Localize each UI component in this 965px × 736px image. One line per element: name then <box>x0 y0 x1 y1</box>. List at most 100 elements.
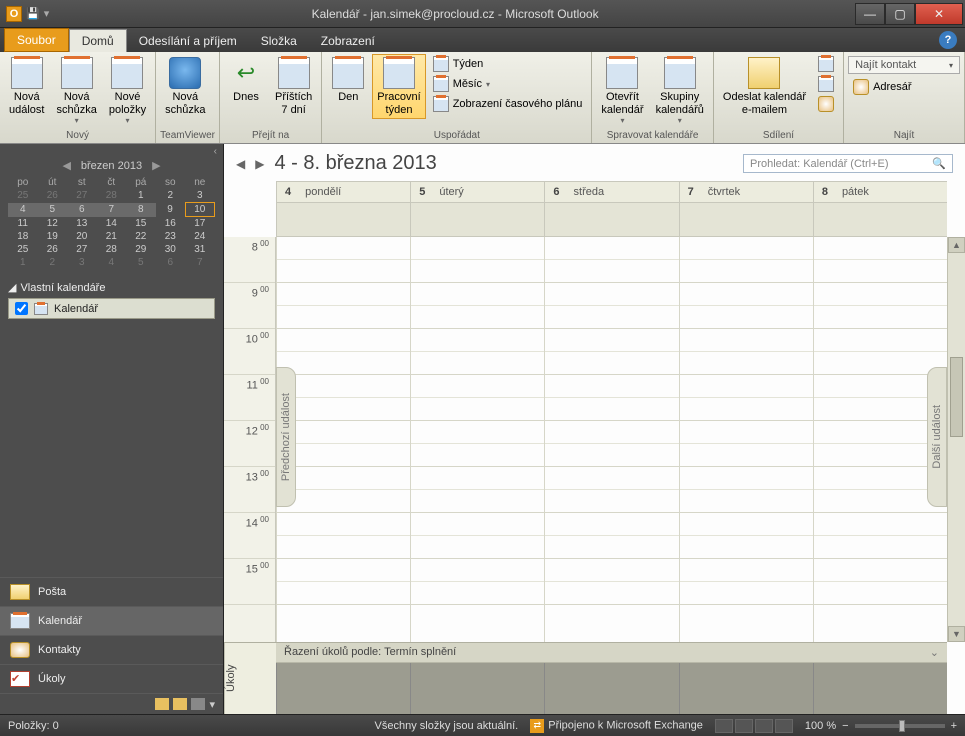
time-cell[interactable] <box>545 260 678 283</box>
calendar-checkbox[interactable] <box>15 302 28 315</box>
time-cell[interactable] <box>680 513 813 536</box>
time-cell[interactable] <box>411 283 544 306</box>
mini-calendar-day[interactable]: 28 <box>97 189 127 203</box>
mini-calendar-day[interactable]: 25 <box>8 189 38 203</box>
time-cell[interactable] <box>545 467 678 490</box>
time-cell[interactable] <box>411 260 544 283</box>
mini-calendar-day[interactable]: 15 <box>126 217 156 231</box>
time-cell[interactable] <box>545 444 678 467</box>
time-cell[interactable] <box>545 536 678 559</box>
time-cell[interactable] <box>680 536 813 559</box>
zoom-in-icon[interactable]: + <box>951 720 957 732</box>
today-button[interactable]: ↩Dnes <box>224 54 268 107</box>
mini-calendar-day[interactable]: 26 <box>38 189 68 203</box>
mini-calendar-day[interactable]: 8 <box>126 203 156 217</box>
mini-calendar-day[interactable]: 29 <box>126 243 156 256</box>
time-cell[interactable] <box>545 306 678 329</box>
time-cell[interactable] <box>277 490 410 513</box>
time-cell[interactable] <box>411 352 544 375</box>
next-range-icon[interactable]: ▶ <box>255 157 264 171</box>
time-cell[interactable] <box>277 237 410 260</box>
folder-mini-icon[interactable] <box>173 698 187 710</box>
calendar-groups-button[interactable]: Skupiny kalendářů▾ <box>651 54 709 128</box>
mini-calendar-day[interactable]: 5 <box>126 256 156 269</box>
notes-mini-icon[interactable] <box>155 698 169 710</box>
share-cal-button[interactable] <box>813 54 839 74</box>
nav-calendar[interactable]: Kalendář <box>0 606 223 635</box>
time-cell[interactable] <box>411 421 544 444</box>
day-header[interactable]: 4pondělí <box>276 182 410 202</box>
tab-folder[interactable]: Složka <box>249 30 309 52</box>
time-cell[interactable] <box>411 237 544 260</box>
tab-send-receive[interactable]: Odesílání a příjem <box>127 30 249 52</box>
mini-calendar-day[interactable]: 1 <box>126 189 156 203</box>
mini-calendar-day[interactable]: 19 <box>38 230 68 243</box>
time-cell[interactable] <box>411 559 544 582</box>
week-view-button[interactable]: Týden <box>428 54 588 74</box>
mini-calendar-day[interactable]: 17 <box>185 217 215 231</box>
tab-view[interactable]: Zobrazení <box>309 30 387 52</box>
time-cell[interactable] <box>277 260 410 283</box>
time-cell[interactable] <box>814 260 947 283</box>
time-cell[interactable] <box>277 513 410 536</box>
day-column[interactable] <box>679 237 813 642</box>
mini-calendar-day[interactable]: 30 <box>156 243 186 256</box>
mini-calendar-day[interactable]: 2 <box>38 256 68 269</box>
mini-calendar-day[interactable]: 6 <box>156 256 186 269</box>
time-cell[interactable] <box>545 490 678 513</box>
time-cell[interactable] <box>680 444 813 467</box>
time-cell[interactable] <box>277 582 410 605</box>
time-cell[interactable] <box>680 398 813 421</box>
time-cell[interactable] <box>680 237 813 260</box>
task-day-cell[interactable] <box>813 663 947 714</box>
time-cell[interactable] <box>545 398 678 421</box>
scroll-up-icon[interactable]: ▲ <box>948 237 965 253</box>
mini-calendar[interactable]: ◀ březen 2013 ▶ poútstčtpásone 252627281… <box>0 159 223 275</box>
time-cell[interactable] <box>680 329 813 352</box>
allday-cell[interactable] <box>410 203 544 236</box>
mini-calendar-day[interactable]: 7 <box>97 203 127 217</box>
time-cell[interactable] <box>814 283 947 306</box>
time-cell[interactable] <box>277 421 410 444</box>
publish-cal-button[interactable] <box>813 74 839 94</box>
collapse-nav-icon[interactable]: ‹ <box>0 144 223 159</box>
time-cell[interactable] <box>545 352 678 375</box>
mini-calendar-day[interactable]: 10 <box>185 203 215 217</box>
time-cell[interactable] <box>680 421 813 444</box>
mini-calendar-day[interactable]: 11 <box>8 217 38 231</box>
mini-calendar-day[interactable]: 16 <box>156 217 186 231</box>
address-book-button[interactable]: Adresář <box>848 77 960 97</box>
cal-perms-button[interactable] <box>813 94 839 114</box>
qat-dropdown-icon[interactable]: ▾ <box>44 7 50 20</box>
mini-calendar-day[interactable]: 27 <box>67 243 97 256</box>
vertical-scrollbar[interactable]: ▲ ▼ <box>947 237 965 642</box>
time-cell[interactable] <box>545 582 678 605</box>
time-cell[interactable] <box>680 559 813 582</box>
close-button[interactable]: ✕ <box>915 3 963 25</box>
scroll-thumb[interactable] <box>950 357 963 437</box>
mini-calendar-day[interactable]: 31 <box>185 243 215 256</box>
mini-calendar-day[interactable]: 9 <box>156 203 186 217</box>
search-calendar-input[interactable]: Prohledat: Kalendář (Ctrl+E) 🔍 <box>743 154 953 173</box>
time-cell[interactable] <box>545 559 678 582</box>
time-cell[interactable] <box>680 306 813 329</box>
time-cell[interactable] <box>545 237 678 260</box>
time-cell[interactable] <box>680 283 813 306</box>
day-header[interactable]: 6středa <box>544 182 678 202</box>
time-cell[interactable] <box>277 536 410 559</box>
mini-calendar-day[interactable]: 25 <box>8 243 38 256</box>
tasks-grid[interactable] <box>276 663 947 714</box>
new-meeting-button[interactable]: Nová schůzka▾ <box>51 54 101 128</box>
time-cell[interactable] <box>277 375 410 398</box>
day-view-button[interactable]: Den <box>326 54 370 107</box>
time-cell[interactable] <box>545 329 678 352</box>
time-cell[interactable] <box>545 375 678 398</box>
previous-appointment-tab[interactable]: Předchozí událost <box>276 367 296 507</box>
mini-calendar-day[interactable]: 20 <box>67 230 97 243</box>
time-cell[interactable] <box>411 490 544 513</box>
time-cell[interactable] <box>814 329 947 352</box>
time-cell[interactable] <box>680 352 813 375</box>
day-column[interactable] <box>410 237 544 642</box>
mini-calendar-day[interactable]: 3 <box>185 189 215 203</box>
tasks-sort-header[interactable]: Řazení úkolů podle: Termín splnění⌄ <box>276 643 947 663</box>
